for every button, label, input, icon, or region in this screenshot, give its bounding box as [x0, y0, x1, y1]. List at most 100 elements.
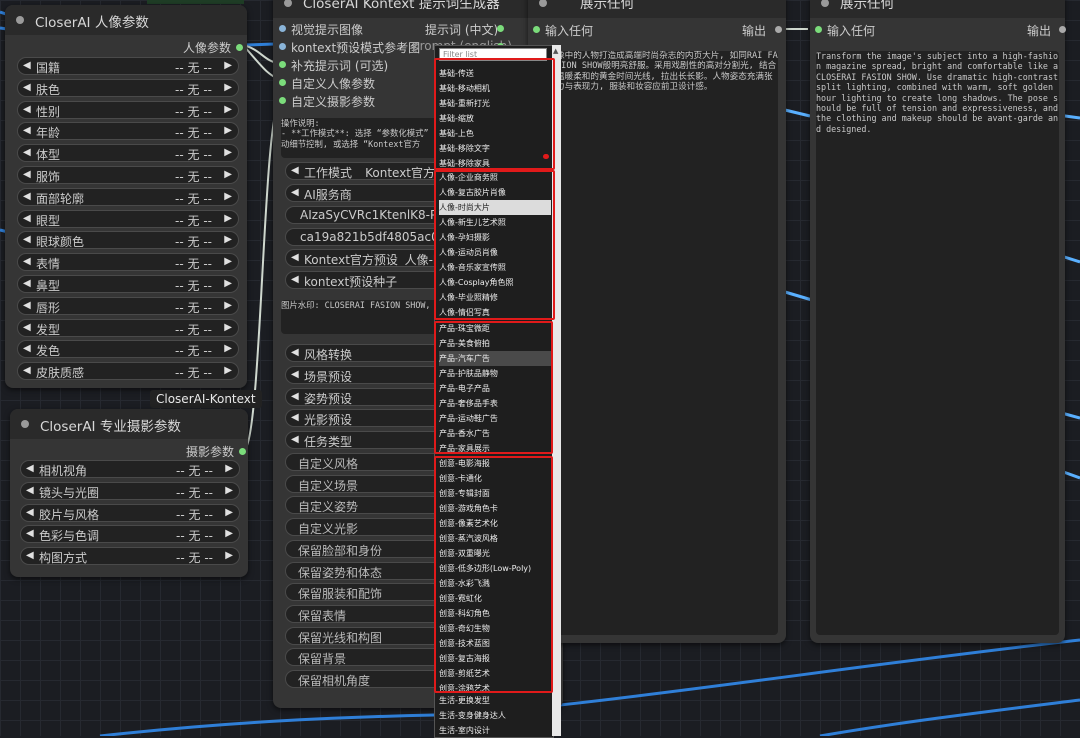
kontext-seed-field[interactable]: ◀ kontext预设种子 — [285, 271, 450, 289]
arrow-left-icon[interactable]: ◀ — [23, 211, 31, 227]
arrow-right-icon[interactable]: ▶ — [224, 102, 232, 118]
combo-widget[interactable]: ◀ 胶片与风格 -- 无 -- ▶ — [20, 503, 240, 522]
arrow-left-icon[interactable]: ◀ — [291, 185, 299, 201]
arrow-right-icon[interactable]: ▶ — [224, 145, 232, 161]
scroll-up-icon[interactable]: ▲ — [553, 47, 558, 55]
toggle-widget[interactable]: 保留相机角度 — [285, 670, 450, 688]
combo-widget[interactable]: ◀ 色彩与色调 -- 无 -- ▶ — [20, 525, 240, 544]
arrow-left-icon[interactable]: ◀ — [291, 345, 299, 361]
arrow-left-icon[interactable]: ◀ — [23, 145, 31, 161]
arrow-left-icon[interactable]: ◀ — [23, 320, 31, 336]
combo-widget[interactable]: ◀光影预设黄 — [285, 409, 453, 428]
combo-widget[interactable]: ◀ 场景预设 — [285, 365, 450, 384]
combo-widget[interactable]: ◀ 体型 -- 无 -- ▶ — [17, 144, 239, 163]
arrow-right-icon[interactable]: ▶ — [224, 363, 232, 379]
collapse-dot[interactable] — [539, 0, 547, 7]
input-socket[interactable] — [279, 79, 286, 86]
arrow-left-icon[interactable]: ◀ — [291, 163, 299, 179]
combo-widget[interactable]: ◀ 面部轮廓 -- 无 -- ▶ — [17, 187, 239, 206]
arrow-left-icon[interactable]: ◀ — [26, 505, 34, 521]
arrow-right-icon[interactable]: ▶ — [225, 461, 233, 477]
arrow-left-icon[interactable]: ◀ — [23, 167, 31, 183]
arrow-right-icon[interactable]: ▶ — [224, 341, 232, 357]
combo-widget[interactable]: ◀ 构图方式 -- 无 -- ▶ — [20, 547, 240, 566]
arrow-right-icon[interactable]: ▶ — [224, 254, 232, 270]
toggle-widget[interactable]: 保留姿势和体态 — [285, 561, 450, 580]
arrow-right-icon[interactable]: ▶ — [224, 123, 232, 139]
toggle-widget[interactable]: 保留背景 — [285, 648, 450, 667]
arrow-right-icon[interactable]: ▶ — [224, 298, 232, 314]
toggle-widget[interactable]: 保留脸部和身份 — [285, 539, 450, 558]
combo-widget[interactable]: ◀ 眼球颜色 -- 无 -- ▶ — [17, 231, 239, 250]
arrow-left-icon[interactable]: ◀ — [291, 367, 299, 383]
arrow-left-icon[interactable]: ◀ — [23, 232, 31, 248]
combo-widget[interactable]: ◀ 国籍 -- 无 -- ▶ — [17, 57, 239, 75]
combo-widget[interactable]: ◀ 发型 -- 无 -- ▶ — [17, 318, 239, 337]
arrow-left-icon[interactable]: ◀ — [23, 254, 31, 270]
arrow-left-icon[interactable]: ◀ — [23, 341, 31, 357]
menu-item[interactable]: 生活-更换发型 — [439, 693, 551, 708]
node-title-bar[interactable]: CloserAI 人像参数 — [5, 5, 247, 35]
input-socket[interactable] — [533, 26, 540, 33]
work-mode-combo[interactable]: ◀ 工作模式 Kontext官方预设 — [285, 162, 459, 180]
arrow-right-icon[interactable]: ▶ — [224, 167, 232, 183]
output-socket[interactable] — [775, 26, 782, 33]
arrow-left-icon[interactable]: ◀ — [26, 548, 34, 564]
input-socket[interactable] — [279, 61, 286, 68]
toggle-widget[interactable]: 自定义场景 — [285, 474, 450, 493]
arrow-left-icon[interactable]: ◀ — [23, 276, 31, 292]
arrow-left-icon[interactable]: ◀ — [23, 298, 31, 314]
arrow-left-icon[interactable]: ◀ — [26, 526, 34, 542]
arrow-left-icon[interactable]: ◀ — [23, 123, 31, 139]
combo-widget[interactable]: ◀ 镜头与光圈 -- 无 -- ▶ — [20, 481, 240, 500]
arrow-left-icon[interactable]: ◀ — [23, 80, 31, 96]
combo-widget[interactable]: ◀ 唇形 -- 无 -- ▶ — [17, 296, 239, 315]
node-title-bar[interactable]: CloserAI Kontext 提示词生成器 — [273, 0, 563, 18]
arrow-right-icon[interactable]: ▶ — [224, 80, 232, 96]
combo-widget[interactable]: ◀ 相机视角 -- 无 -- ▶ — [20, 460, 240, 478]
kontext-preset-combo[interactable]: ◀ Kontext官方预设 人像-时尚 — [285, 249, 457, 267]
arrow-right-icon[interactable]: ▶ — [224, 211, 232, 227]
combo-widget[interactable]: ◀ 风格转换 — [285, 344, 450, 362]
arrow-left-icon[interactable]: ◀ — [291, 389, 299, 405]
menu-item[interactable]: 生活-变身健身达人 — [439, 708, 551, 723]
combo-widget[interactable]: ◀ 肤色 -- 无 -- ▶ — [17, 78, 239, 97]
arrow-right-icon[interactable]: ▶ — [225, 548, 233, 564]
input-socket[interactable] — [279, 43, 286, 50]
arrow-right-icon[interactable]: ▶ — [225, 483, 233, 499]
arrow-left-icon[interactable]: ◀ — [291, 250, 299, 266]
arrow-right-icon[interactable]: ▶ — [224, 276, 232, 292]
combo-widget[interactable]: ◀ 性别 -- 无 -- ▶ — [17, 100, 239, 119]
arrow-right-icon[interactable]: ▶ — [225, 526, 233, 542]
arrow-left-icon[interactable]: ◀ — [23, 58, 31, 74]
arrow-left-icon[interactable]: ◀ — [291, 432, 299, 448]
combo-widget[interactable]: ◀ 表情 -- 无 -- ▶ — [17, 253, 239, 272]
arrow-left-icon[interactable]: ◀ — [291, 410, 299, 426]
arrow-right-icon[interactable]: ▶ — [225, 505, 233, 521]
toggle-widget[interactable]: 保留光线和构图 — [285, 626, 450, 645]
node-title-bar[interactable]: 展示任何 — [528, 0, 786, 18]
combo-widget[interactable]: ◀ 鼻型 -- 无 -- ▶ — [17, 275, 239, 293]
toggle-widget[interactable]: 保留表情 — [285, 604, 450, 623]
output-socket-chinese[interactable] — [497, 25, 504, 32]
output-socket[interactable] — [236, 44, 243, 51]
arrow-right-icon[interactable]: ▶ — [224, 189, 232, 205]
arrow-left-icon[interactable]: ◀ — [23, 363, 31, 379]
collapse-dot[interactable] — [821, 0, 829, 7]
arrow-right-icon[interactable]: ▶ — [224, 232, 232, 248]
toggle-widget[interactable]: 保留服装和配饰 — [285, 583, 450, 602]
toggle-widget[interactable]: 自定义光影 — [285, 518, 450, 537]
node-portrait-params[interactable]: CloserAI 人像参数 人像参数 ◀ 国籍 -- 无 -- ▶ ◀ 肤色 -- 无 --… — [5, 5, 247, 388]
node-photo-params[interactable]: CloserAI 专业摄影参数 摄影参数 ◀ 相机视角 -- 无 -- ▶ ◀ 镜头与光圈… — [10, 409, 248, 577]
combo-widget[interactable]: ◀任务类型综 — [285, 431, 453, 450]
combo-widget[interactable]: ◀ 发色 -- 无 -- ▶ — [17, 340, 239, 359]
node-show-any-chinese[interactable]: 展示任何 输入任何 输出 像中的人物打造成高端时尚杂志的内页大片, 如同RAI … — [528, 0, 786, 643]
ai-provider-combo[interactable]: ◀ AI服务商 G — [285, 184, 451, 202]
collapse-dot[interactable] — [21, 420, 29, 428]
node-show-any-english[interactable]: 展示任何 输入任何 输出 Transform the image's subje… — [810, 0, 1066, 643]
combo-widget[interactable]: ◀ 服饰 -- 无 -- ▶ — [17, 166, 239, 184]
arrow-left-icon[interactable]: ◀ — [26, 461, 34, 477]
combo-widget[interactable]: ◀ 眼型 -- 无 -- ▶ — [17, 209, 239, 228]
secret-key-field[interactable]: ca19a821b5df4805ac0233c — [285, 228, 468, 246]
combo-widget[interactable]: ◀ 年龄 -- 无 -- ▶ — [17, 122, 239, 141]
